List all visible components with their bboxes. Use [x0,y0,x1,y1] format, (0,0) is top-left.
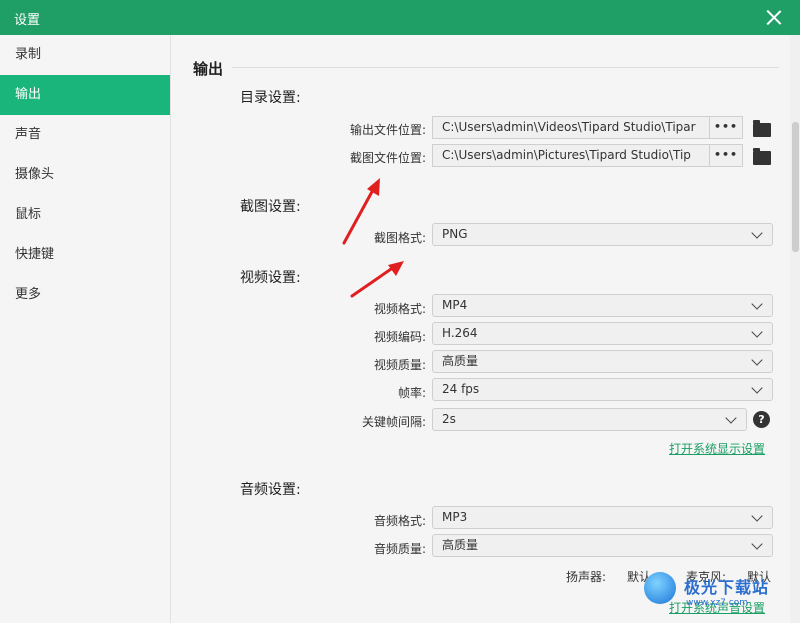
chevron-down-icon [751,354,763,366]
annotation-arrow-icon [342,178,380,245]
watermark-logo-icon [644,572,676,604]
browse-output-button[interactable]: ••• [709,117,742,138]
screenshot-settings-title: 截图设置: [240,199,301,215]
sidebar-item-more[interactable]: 更多 [0,275,170,315]
output-path-field[interactable]: C:\Users\admin\Videos\Tipard Studio\Tipa… [432,116,743,139]
open-output-folder-icon[interactable] [753,120,771,137]
video-codec-select[interactable]: H.264 [432,322,773,345]
sidebar-item-mouse[interactable]: 鼠标 [0,195,170,235]
chevron-down-icon [751,227,763,239]
scrollbar-thumb[interactable] [792,122,799,252]
title-bar: 设置 [0,0,800,35]
audio-format-value: MP3 [442,510,468,524]
chevron-down-icon [751,510,763,522]
sidebar-item-hotkeys[interactable]: 快捷键 [0,235,170,275]
screenshot-path-label: 截图文件位置: [349,151,426,165]
video-format-value: MP4 [442,298,468,312]
sidebar-item-camera[interactable]: 摄像头 [0,155,170,195]
sidebar-item-output[interactable]: 输出 [0,75,170,115]
speaker-label: 扬声器: [566,570,607,584]
chevron-down-icon [725,412,737,424]
screenshot-path-value: C:\Users\admin\Pictures\Tipard Studio\Ti… [442,148,691,162]
open-display-settings-link[interactable]: 打开系统显示设置 [669,440,765,457]
chevron-down-icon [751,326,763,338]
settings-panel: 输出 目录设置: 输出文件位置: C:\Users\admin\Videos\T… [172,35,800,623]
section-title: 输出 [193,60,224,78]
open-screenshot-folder-icon[interactable] [753,148,771,165]
video-quality-value: 高质量 [442,354,479,368]
screenshot-format-select[interactable]: PNG [432,223,773,246]
window-title: 设置 [14,13,41,28]
frame-rate-label: 帧率: [397,386,426,400]
keyframe-interval-value: 2s [442,412,456,426]
video-quality-label: 视频质量: [373,358,426,372]
audio-quality-value: 高质量 [442,538,479,552]
audio-quality-label: 音频质量: [373,542,426,556]
audio-settings-title: 音频设置: [240,482,301,498]
audio-format-select[interactable]: MP3 [432,506,773,529]
screenshot-path-field[interactable]: C:\Users\admin\Pictures\Tipard Studio\Ti… [432,144,743,167]
chevron-down-icon [751,298,763,310]
output-path-label: 输出文件位置: [349,123,426,137]
video-codec-value: H.264 [442,326,478,340]
video-settings-title: 视频设置: [240,270,301,286]
video-format-select[interactable]: MP4 [432,294,773,317]
output-path-value: C:\Users\admin\Videos\Tipard Studio\Tipa… [442,120,696,134]
chevron-down-icon [751,382,763,394]
chevron-down-icon [751,538,763,550]
sidebar-item-sound[interactable]: 声音 [0,115,170,155]
sidebar: 录制 输出 声音 摄像头 鼠标 快捷键 更多 [0,35,171,623]
close-icon[interactable] [766,9,782,25]
audio-quality-select[interactable]: 高质量 [432,534,773,557]
watermark-url: www.xz7.com [686,598,748,608]
browse-screenshot-button[interactable]: ••• [709,145,742,166]
section-divider [232,67,779,68]
annotation-arrow-icon [350,261,404,298]
screenshot-format-value: PNG [442,227,468,241]
audio-format-label: 音频格式: [373,514,426,528]
keyframe-interval-select[interactable]: 2s [432,408,747,431]
frame-rate-select[interactable]: 24 fps [432,378,773,401]
watermark-text: 极光下载站 [684,578,770,597]
video-format-label: 视频格式: [373,302,426,316]
watermark: 极光下载站 www.xz7.com [640,568,798,618]
video-codec-label: 视频编码: [373,330,426,344]
video-quality-select[interactable]: 高质量 [432,350,773,373]
help-icon[interactable]: ? [753,411,770,428]
directory-settings-title: 目录设置: [240,90,301,106]
keyframe-interval-label: 关键帧间隔: [361,415,426,429]
sidebar-item-record[interactable]: 录制 [0,35,170,75]
frame-rate-value: 24 fps [442,382,480,396]
